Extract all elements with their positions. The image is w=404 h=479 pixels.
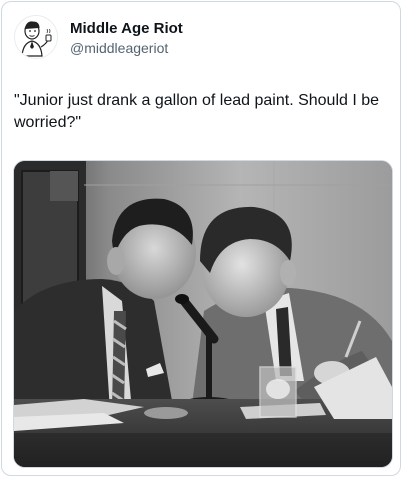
avatar[interactable]	[14, 15, 58, 59]
tweet-photo[interactable]	[13, 160, 393, 468]
photo-two-men-whispering-at-microphone	[14, 161, 392, 467]
author-handle[interactable]: @middleageriot	[70, 39, 168, 57]
cartoon-man-avatar-icon	[15, 16, 57, 58]
tweet-text: "Junior just drank a gallon of lead pain…	[14, 92, 380, 131]
author-display-name[interactable]: Middle Age Riot	[70, 20, 183, 38]
tweet-card[interactable]: Middle Age Riot @middleageriot "Junior j…	[1, 1, 401, 476]
